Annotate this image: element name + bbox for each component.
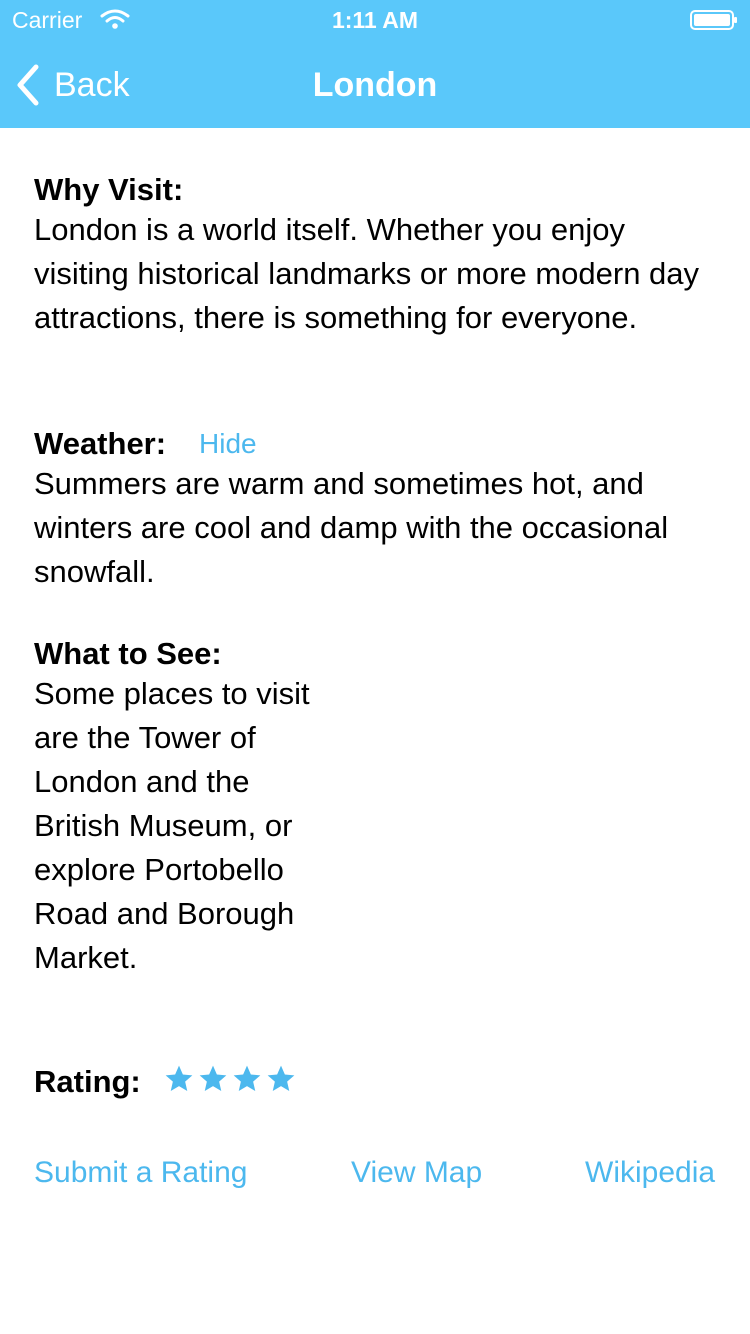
- weather-heading: Weather:: [34, 426, 167, 461]
- why-visit-text: London is a world itself. Whether you en…: [34, 212, 700, 335]
- navigation-header: Carrier 1:11 AM Back London: [0, 0, 750, 128]
- rating-stars: [163, 1059, 297, 1099]
- nav-title: London: [312, 66, 438, 104]
- star-icon: [231, 1059, 263, 1099]
- weather-hide-button[interactable]: Hide: [199, 424, 257, 464]
- submit-rating-button[interactable]: Submit a Rating: [34, 1151, 247, 1195]
- rating-heading: Rating:: [34, 1064, 141, 1099]
- star-icon: [265, 1059, 297, 1099]
- what-to-see-heading: What to See:: [34, 636, 222, 671]
- star-icon: [197, 1059, 229, 1099]
- weather-text: Summers are warm and sometimes hot, and …: [34, 466, 669, 589]
- screen: Carrier 1:11 AM Back London Why Visit: L…: [0, 0, 750, 1334]
- star-icon: [163, 1059, 195, 1099]
- wikipedia-button[interactable]: Wikipedia: [585, 1151, 715, 1195]
- why-visit-heading: Why Visit:: [34, 172, 184, 207]
- view-map-button[interactable]: View Map: [351, 1151, 482, 1195]
- status-time: 1:11 AM: [331, 7, 419, 33]
- what-to-see-text: Some places to visit are the Tower of Lo…: [34, 676, 310, 975]
- battery-icon: [690, 10, 737, 30]
